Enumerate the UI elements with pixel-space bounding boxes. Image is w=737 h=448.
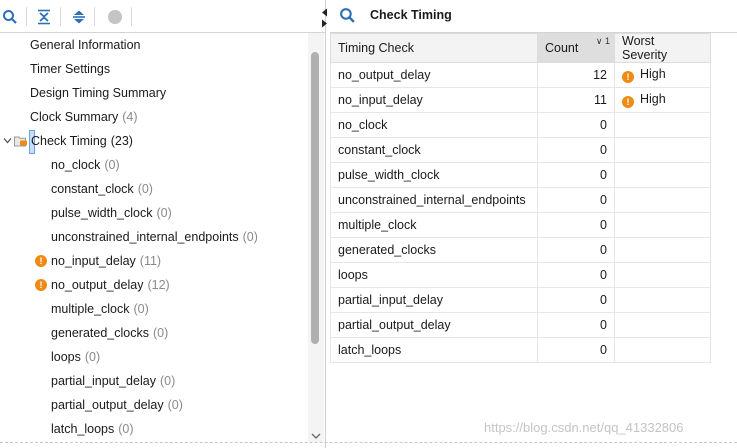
tree-item-no-input-delay[interactable]: no_input_delay (11) xyxy=(51,250,161,272)
tree-item-no-output-delay[interactable]: no_output_delay (12) xyxy=(51,274,170,296)
warning-icon: ! xyxy=(35,279,47,291)
tree-item-constant-clock[interactable]: constant_clock (0) xyxy=(51,178,153,200)
stop-icon[interactable] xyxy=(105,7,125,27)
tree-item-partial-input-delay[interactable]: partial_input_delay (0) xyxy=(51,370,175,392)
tree-item-clock-summary[interactable]: Clock Summary (4) xyxy=(30,106,138,128)
table-row[interactable]: partial_output_delay 0 xyxy=(330,312,711,338)
table-row[interactable]: no_input_delay 11! High xyxy=(330,87,711,113)
table-row[interactable]: partial_input_delay 0 xyxy=(330,287,711,313)
tree-item-timer-settings[interactable]: Timer Settings xyxy=(30,58,110,80)
table-row[interactable]: latch_loops 0 xyxy=(330,337,711,363)
left-pane: General Information Timer Settings Desig… xyxy=(0,0,325,448)
right-pane: Check Timing Timing Check Count ∨ 1 Worst… xyxy=(330,0,737,448)
panel-header: Check Timing xyxy=(330,0,737,33)
panel-title: Check Timing xyxy=(370,8,452,22)
table-row[interactable]: multiple_clock 0 xyxy=(330,212,711,238)
timing-check-table: Timing Check Count ∨ 1 Worst Severity no_… xyxy=(330,33,711,363)
warning-icon: ! xyxy=(622,96,634,108)
column-header-count[interactable]: Count ∨ 1 xyxy=(537,33,615,63)
table-row[interactable]: pulse_width_clock 0 xyxy=(330,162,711,188)
tree-item-loops[interactable]: loops (0) xyxy=(51,346,100,368)
tree-item-no-clock[interactable]: no_clock (0) xyxy=(51,154,120,176)
search-icon[interactable] xyxy=(339,7,356,24)
tree-item-partial-output-delay[interactable]: partial_output_delay (0) xyxy=(51,394,183,416)
warning-icon: ! xyxy=(622,71,634,83)
bottom-divider xyxy=(0,442,737,443)
collapse-right-icon[interactable] xyxy=(321,19,328,28)
tree-item-check-timing[interactable]: Check Timing (23) xyxy=(31,130,133,152)
table-row[interactable]: no_output_delay 12! High xyxy=(330,62,711,88)
folder-icon xyxy=(14,136,27,147)
tree-item-multiple-clock[interactable]: multiple_clock (0) xyxy=(51,298,149,320)
table-row[interactable]: constant_clock 0 xyxy=(330,137,711,163)
search-icon[interactable] xyxy=(0,7,20,27)
table-row[interactable]: unconstrained_internal_endpoints 0 xyxy=(330,187,711,213)
collapse-left-icon[interactable] xyxy=(321,8,328,17)
sort-descending-icon: ∨ 1 xyxy=(595,36,610,46)
tree-item-unconstrained-internal-endpoints[interactable]: unconstrained_internal_endpoints (0) xyxy=(51,226,258,248)
warning-icon: ! xyxy=(35,255,47,267)
left-toolbar xyxy=(0,0,325,33)
tree-item-generated-clocks[interactable]: generated_clocks (0) xyxy=(51,322,168,344)
tree-item-pulse-width-clock[interactable]: pulse_width_clock (0) xyxy=(51,202,172,224)
watermark: https://blog.csdn.net/qq_41332806 xyxy=(484,420,684,435)
tree-item-design-timing-summary[interactable]: Design Timing Summary xyxy=(30,82,166,104)
tree-item-general-information[interactable]: General Information xyxy=(30,34,140,56)
tree-scrollbar-thumb[interactable] xyxy=(311,52,319,344)
table-row[interactable]: no_clock 0 xyxy=(330,112,711,138)
table-row[interactable]: loops 0 xyxy=(330,262,711,288)
report-tree: General Information Timer Settings Desig… xyxy=(0,33,308,442)
tree-item-latch-loops[interactable]: latch_loops (0) xyxy=(51,418,134,440)
collapse-all-icon[interactable] xyxy=(34,7,54,27)
expand-all-icon[interactable] xyxy=(69,7,89,27)
chevron-down-icon[interactable] xyxy=(3,136,12,145)
table-row[interactable]: generated_clocks 0 xyxy=(330,237,711,263)
column-header-worst-severity[interactable]: Worst Severity xyxy=(614,33,711,63)
column-header-timing-check[interactable]: Timing Check xyxy=(330,33,538,63)
scroll-down-icon[interactable] xyxy=(311,432,321,440)
